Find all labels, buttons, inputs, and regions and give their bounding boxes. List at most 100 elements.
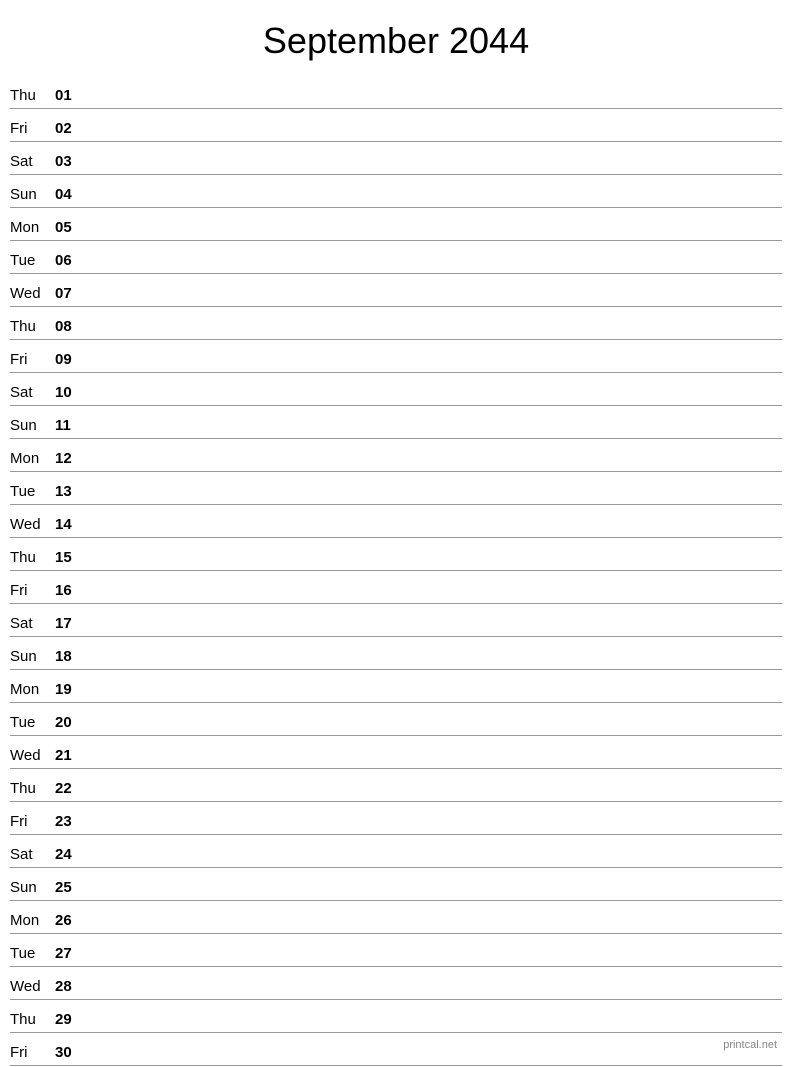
day-number: 30 bbox=[55, 1044, 85, 1063]
day-number: 10 bbox=[55, 384, 85, 403]
day-row: Tue13 bbox=[10, 473, 782, 505]
calendar-list: Thu01Fri02Sat03Sun04Mon05Tue06Wed07Thu08… bbox=[0, 77, 792, 1066]
day-name: Tue bbox=[10, 483, 55, 502]
day-number: 20 bbox=[55, 714, 85, 733]
day-number: 11 bbox=[55, 417, 85, 436]
day-line bbox=[85, 699, 782, 700]
day-line bbox=[85, 930, 782, 931]
day-row: Mon26 bbox=[10, 902, 782, 934]
day-number: 29 bbox=[55, 1011, 85, 1030]
day-row: Sat03 bbox=[10, 143, 782, 175]
day-name: Thu bbox=[10, 780, 55, 799]
day-row: Sat17 bbox=[10, 605, 782, 637]
day-name: Sat bbox=[10, 615, 55, 634]
day-number: 04 bbox=[55, 186, 85, 205]
day-number: 17 bbox=[55, 615, 85, 634]
day-name: Thu bbox=[10, 318, 55, 337]
day-line bbox=[85, 303, 782, 304]
day-number: 19 bbox=[55, 681, 85, 700]
day-number: 28 bbox=[55, 978, 85, 997]
day-number: 09 bbox=[55, 351, 85, 370]
day-row: Wed28 bbox=[10, 968, 782, 1000]
day-row: Tue27 bbox=[10, 935, 782, 967]
day-line bbox=[85, 468, 782, 469]
day-row: Tue06 bbox=[10, 242, 782, 274]
day-name: Sun bbox=[10, 648, 55, 667]
day-row: Sat10 bbox=[10, 374, 782, 406]
day-row: Sun25 bbox=[10, 869, 782, 901]
day-row: Mon12 bbox=[10, 440, 782, 472]
day-line bbox=[85, 171, 782, 172]
day-row: Thu01 bbox=[10, 77, 782, 109]
day-name: Thu bbox=[10, 87, 55, 106]
day-line bbox=[85, 798, 782, 799]
day-name: Wed bbox=[10, 747, 55, 766]
day-name: Tue bbox=[10, 945, 55, 964]
day-row: Sun18 bbox=[10, 638, 782, 670]
day-line bbox=[85, 765, 782, 766]
day-row: Wed21 bbox=[10, 737, 782, 769]
day-name: Sun bbox=[10, 879, 55, 898]
day-name: Sat bbox=[10, 384, 55, 403]
day-line bbox=[85, 831, 782, 832]
day-number: 23 bbox=[55, 813, 85, 832]
day-name: Sat bbox=[10, 153, 55, 172]
day-row: Wed07 bbox=[10, 275, 782, 307]
day-name: Fri bbox=[10, 1044, 55, 1063]
day-line bbox=[85, 105, 782, 106]
day-line bbox=[85, 138, 782, 139]
day-row: Sun04 bbox=[10, 176, 782, 208]
day-line bbox=[85, 501, 782, 502]
day-line bbox=[85, 336, 782, 337]
day-number: 08 bbox=[55, 318, 85, 337]
day-line bbox=[85, 402, 782, 403]
day-name: Sun bbox=[10, 186, 55, 205]
day-row: Fri02 bbox=[10, 110, 782, 142]
day-line bbox=[85, 600, 782, 601]
day-name: Wed bbox=[10, 285, 55, 304]
day-number: 05 bbox=[55, 219, 85, 238]
day-line bbox=[85, 369, 782, 370]
day-row: Sat24 bbox=[10, 836, 782, 868]
day-name: Fri bbox=[10, 351, 55, 370]
day-number: 13 bbox=[55, 483, 85, 502]
day-line bbox=[85, 864, 782, 865]
day-line bbox=[85, 666, 782, 667]
page-title: September 2044 bbox=[0, 0, 792, 77]
footer-credit: printcal.net bbox=[723, 1039, 777, 1051]
day-row: Thu22 bbox=[10, 770, 782, 802]
day-number: 25 bbox=[55, 879, 85, 898]
day-name: Tue bbox=[10, 714, 55, 733]
day-name: Wed bbox=[10, 978, 55, 997]
day-row: Thu15 bbox=[10, 539, 782, 571]
day-number: 07 bbox=[55, 285, 85, 304]
day-number: 27 bbox=[55, 945, 85, 964]
day-row: Mon19 bbox=[10, 671, 782, 703]
day-name: Sun bbox=[10, 417, 55, 436]
day-name: Fri bbox=[10, 813, 55, 832]
day-line bbox=[85, 732, 782, 733]
day-line bbox=[85, 897, 782, 898]
day-line bbox=[85, 567, 782, 568]
day-line bbox=[85, 204, 782, 205]
day-row: Sun11 bbox=[10, 407, 782, 439]
day-line bbox=[85, 534, 782, 535]
day-name: Tue bbox=[10, 252, 55, 271]
day-number: 02 bbox=[55, 120, 85, 139]
day-row: Tue20 bbox=[10, 704, 782, 736]
day-number: 06 bbox=[55, 252, 85, 271]
day-number: 21 bbox=[55, 747, 85, 766]
day-number: 03 bbox=[55, 153, 85, 172]
day-name: Thu bbox=[10, 1011, 55, 1030]
day-number: 26 bbox=[55, 912, 85, 931]
day-row: Fri09 bbox=[10, 341, 782, 373]
day-line bbox=[85, 633, 782, 634]
day-number: 18 bbox=[55, 648, 85, 667]
day-name: Wed bbox=[10, 516, 55, 535]
day-row: Mon05 bbox=[10, 209, 782, 241]
day-row: Thu29 bbox=[10, 1001, 782, 1033]
day-number: 15 bbox=[55, 549, 85, 568]
day-line bbox=[85, 237, 782, 238]
day-name: Fri bbox=[10, 582, 55, 601]
day-name: Sat bbox=[10, 846, 55, 865]
